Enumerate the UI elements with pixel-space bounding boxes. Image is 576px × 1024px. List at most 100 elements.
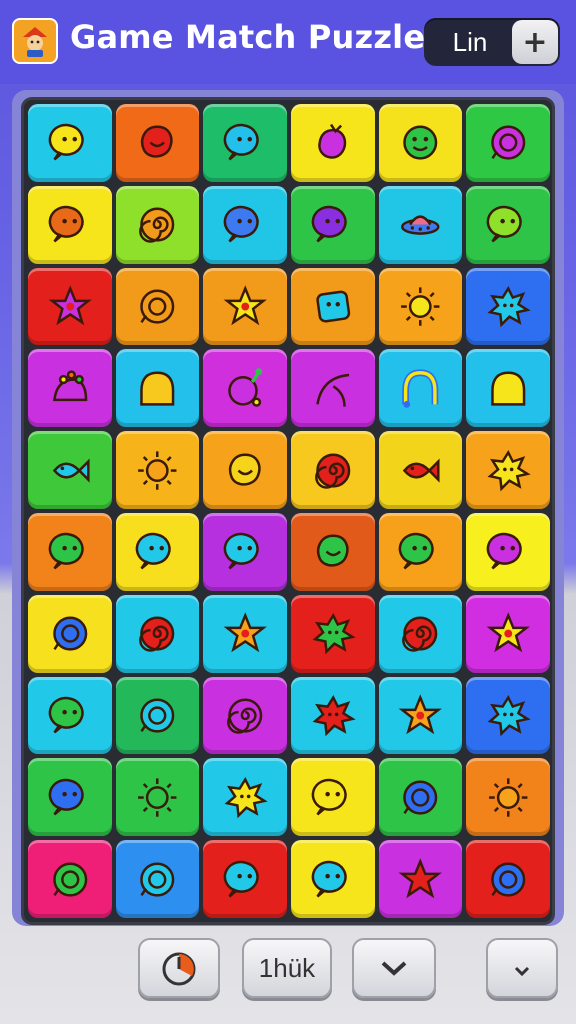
game-tile[interactable] bbox=[28, 840, 112, 918]
game-tile[interactable] bbox=[378, 185, 463, 264]
menu-button[interactable] bbox=[486, 938, 558, 998]
game-tile[interactable] bbox=[466, 104, 550, 182]
splat-icon bbox=[312, 694, 356, 737]
game-tile[interactable] bbox=[466, 513, 550, 591]
game-tile[interactable] bbox=[378, 267, 463, 346]
swoosh-icon bbox=[314, 371, 349, 407]
game-tile[interactable] bbox=[466, 185, 550, 264]
game-tile[interactable] bbox=[28, 349, 112, 428]
game-tile[interactable] bbox=[115, 594, 200, 673]
game-tile[interactable] bbox=[115, 840, 200, 918]
game-tile[interactable] bbox=[378, 758, 463, 837]
game-tile[interactable] bbox=[28, 513, 112, 591]
game-tile[interactable] bbox=[28, 185, 112, 264]
game-tile[interactable] bbox=[115, 431, 200, 509]
game-tile[interactable] bbox=[466, 676, 550, 755]
splat-icon bbox=[312, 613, 356, 655]
timer-button[interactable] bbox=[138, 938, 220, 998]
hint-button[interactable]: 1hük bbox=[242, 938, 332, 998]
game-tile[interactable] bbox=[290, 840, 375, 918]
chevron-down-small-icon bbox=[514, 966, 530, 977]
game-tile[interactable] bbox=[28, 104, 112, 182]
bubble-icon bbox=[48, 124, 84, 161]
blob-icon bbox=[228, 453, 261, 486]
spiral-icon bbox=[402, 616, 438, 652]
ring-icon bbox=[140, 698, 175, 733]
game-tile[interactable] bbox=[203, 676, 287, 755]
game-tile[interactable] bbox=[203, 840, 287, 918]
fish-icon bbox=[52, 458, 90, 483]
game-tile[interactable] bbox=[290, 758, 375, 837]
drop-button[interactable] bbox=[352, 938, 436, 998]
game-tile[interactable] bbox=[290, 594, 375, 673]
game-tile[interactable] bbox=[466, 594, 550, 673]
game-tile[interactable] bbox=[290, 185, 375, 264]
game-tile[interactable] bbox=[290, 431, 375, 509]
star-icon bbox=[223, 612, 267, 653]
game-tile[interactable] bbox=[115, 104, 200, 182]
game-tile[interactable] bbox=[115, 513, 200, 591]
ring-icon bbox=[140, 862, 175, 897]
game-tile[interactable] bbox=[203, 104, 287, 182]
bubble-icon bbox=[223, 205, 259, 243]
game-tile[interactable] bbox=[290, 104, 375, 182]
game-tile[interactable] bbox=[203, 185, 287, 264]
sun-icon bbox=[138, 778, 177, 817]
game-tile[interactable] bbox=[203, 513, 287, 591]
bubble-icon bbox=[311, 778, 347, 816]
dome-icon bbox=[140, 371, 175, 406]
splat-icon bbox=[487, 694, 531, 737]
game-tile[interactable] bbox=[466, 431, 550, 509]
ufo-icon bbox=[401, 215, 440, 235]
star-icon bbox=[223, 285, 267, 326]
game-tile[interactable] bbox=[203, 594, 287, 673]
dots-icon bbox=[52, 370, 87, 401]
game-tile[interactable] bbox=[378, 676, 463, 755]
game-tile[interactable] bbox=[115, 349, 200, 428]
game-tile[interactable] bbox=[378, 594, 463, 673]
game-tile[interactable] bbox=[28, 594, 112, 673]
user-account-pill[interactable]: Lin + bbox=[424, 18, 560, 66]
game-tile[interactable] bbox=[378, 431, 463, 509]
game-tile[interactable] bbox=[466, 840, 550, 918]
game-tile[interactable] bbox=[290, 676, 375, 755]
chevron-down-icon bbox=[381, 961, 407, 976]
arch-icon bbox=[402, 369, 439, 408]
game-tile[interactable] bbox=[378, 840, 463, 918]
game-tile[interactable] bbox=[203, 758, 287, 837]
game-tile[interactable] bbox=[378, 104, 463, 182]
ring-icon bbox=[140, 289, 175, 324]
game-tile[interactable] bbox=[28, 431, 112, 509]
page-title: Game Match Puzzle bbox=[70, 18, 426, 56]
game-tile[interactable] bbox=[378, 513, 463, 591]
game-tile[interactable] bbox=[466, 267, 550, 346]
spiral-icon bbox=[139, 616, 175, 652]
game-tile[interactable] bbox=[115, 758, 200, 837]
fruit-icon bbox=[228, 367, 263, 407]
game-tile[interactable] bbox=[28, 676, 112, 755]
game-tile[interactable] bbox=[290, 513, 375, 591]
add-button[interactable]: + bbox=[512, 20, 558, 64]
game-tile[interactable] bbox=[28, 758, 112, 837]
game-logo-icon bbox=[12, 18, 58, 64]
tile-grid bbox=[28, 104, 550, 918]
spiral-icon bbox=[227, 698, 263, 734]
bubble-icon bbox=[48, 533, 84, 570]
game-tile[interactable] bbox=[115, 185, 200, 264]
spiral-icon bbox=[139, 207, 175, 243]
game-tile[interactable] bbox=[290, 267, 375, 346]
game-tile[interactable] bbox=[203, 267, 287, 346]
game-tile[interactable] bbox=[466, 758, 550, 837]
game-tile[interactable] bbox=[28, 267, 112, 346]
game-tile[interactable] bbox=[203, 349, 287, 428]
splat-icon bbox=[224, 776, 268, 819]
top-bar: Game Match Puzzle Lin + bbox=[0, 0, 576, 84]
timer-icon bbox=[162, 952, 196, 986]
game-tile[interactable] bbox=[378, 349, 463, 428]
game-tile[interactable] bbox=[466, 349, 550, 428]
game-tile[interactable] bbox=[290, 349, 375, 428]
game-tile[interactable] bbox=[203, 431, 287, 509]
blob-icon bbox=[316, 534, 349, 567]
game-tile[interactable] bbox=[115, 676, 200, 755]
game-tile[interactable] bbox=[115, 267, 200, 346]
